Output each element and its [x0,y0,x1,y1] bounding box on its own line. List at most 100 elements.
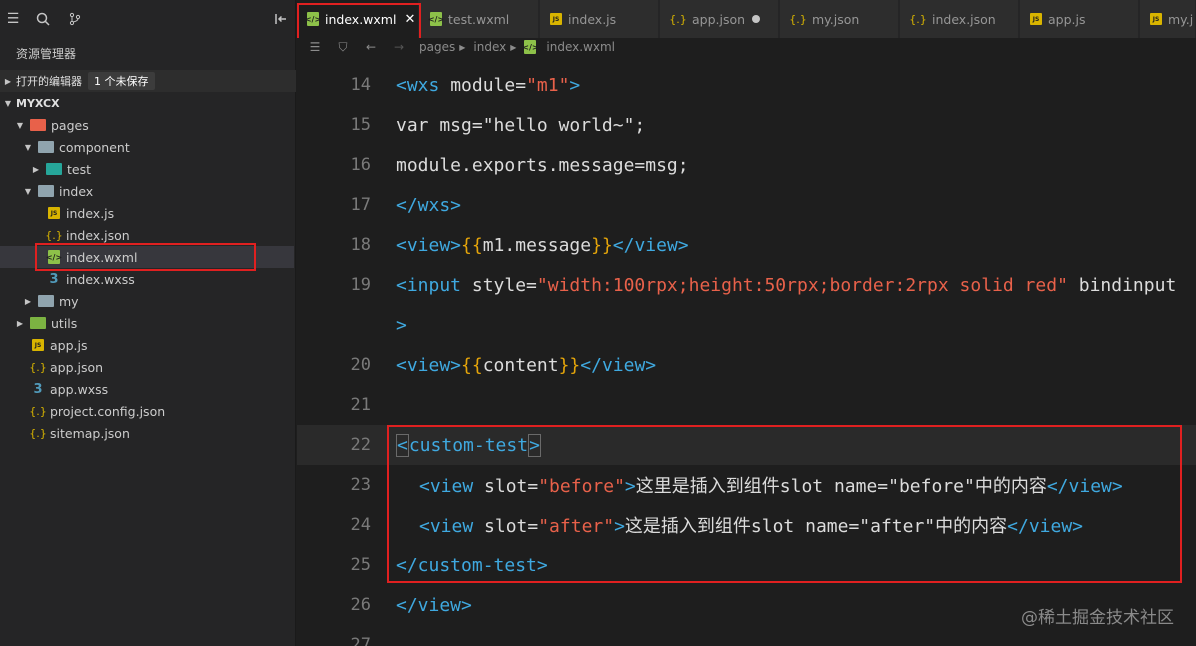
json-icon: {.} [909,12,927,26]
js-icon: JS [1030,13,1042,25]
code-text: </view> [396,594,472,616]
tab-app-json[interactable]: {.} app.json [660,0,779,38]
tab-index-json[interactable]: {.} index.json [900,0,1019,38]
line-number: 15 [350,115,371,135]
code-line: 18 <view>{{m1.message}}</view> [297,225,1196,265]
chevron-down-icon: ▼ [24,186,32,196]
chevron-down-icon: ▼ [24,142,32,152]
tab-label: index.wxml [325,11,397,27]
collapse-panel-icon[interactable] [272,10,290,28]
code-text: </custom-test> [396,554,548,576]
project-name: MYXCX [16,96,60,110]
code-text: <view>{{m1.message}}</view> [396,234,689,256]
close-icon[interactable]: ✕ [404,12,415,27]
tab-label: my.j [1168,11,1194,27]
line-number: 14 [350,75,371,95]
wxml-icon: </> [428,12,444,26]
line-number: 20 [350,355,371,375]
tree-folder-pages[interactable]: ▼ pages [0,114,294,136]
tab-label: my.json [812,11,860,27]
line-number: 21 [350,395,371,415]
tree-folder-index[interactable]: ▼ index [0,180,294,202]
tab-index-wxml[interactable]: </> index.wxml ✕ [297,0,419,38]
line-number: 19 [350,275,371,295]
tree-label: index.wxss [66,271,135,287]
tree-file-index-json[interactable]: {.} index.json [0,224,294,246]
tree-file-app-wxss[interactable]: 3 app.wxss [0,378,294,400]
list-icon[interactable]: ☰ [4,10,22,28]
code-line: 21 [297,385,1196,425]
tab-label: index.js [568,11,617,27]
back-arrow-icon[interactable]: ← [361,40,381,54]
code-line: 15 var msg="hello world~"; [297,105,1196,145]
code-text: <view slot="before">这里是插入到组件slot name="b… [419,476,1123,497]
tab-test-wxml[interactable]: </> test.wxml [420,0,539,38]
line-number: 17 [350,195,371,215]
chevron-right-icon: ▶ [4,76,12,86]
unsaved-badge: 1 个未保存 [88,72,155,90]
line-number: 18 [350,235,371,255]
json-icon: {.} [45,228,63,242]
code-line: 17 </wxs> [297,185,1196,225]
watermark: @稀土掘金技术社区 [1021,608,1174,628]
tab-label: test.wxml [448,11,510,27]
chevron-right-icon: ▶ [32,164,40,174]
tab-index-js[interactable]: JS index.js [540,0,659,38]
js-icon: JS [550,13,562,25]
tree-file-app-json[interactable]: {.} app.json [0,356,294,378]
bookmark-icon[interactable]: ⛉ [333,40,353,55]
line-number: 27 [350,635,371,646]
tree-file-project-config[interactable]: {.} project.config.json [0,400,294,422]
menu-icon[interactable]: ☰ [305,40,325,54]
wxss-icon: 3 [33,381,43,397]
tree-folder-my[interactable]: ▶ my [0,290,294,312]
tree-file-index-js[interactable]: JS index.js [0,202,294,224]
code-editor[interactable]: 14 <wxs module="m1"> 15 var msg="hello w… [297,56,1196,646]
tab-my-js[interactable]: JS my.j [1140,0,1196,38]
chevron-down-icon: ▼ [4,98,12,108]
wxml-icon: </> [305,12,321,26]
tree-folder-utils[interactable]: ▶ utils [0,312,294,334]
breadcrumb-item[interactable]: index [473,40,506,54]
json-icon: {.} [29,360,47,374]
tree-label: app.js [50,337,88,353]
source-control-icon[interactable] [66,10,84,28]
code-text: <view slot="after">这是插入到组件slot name="aft… [419,516,1084,537]
forward-arrow-icon[interactable]: → [389,40,409,54]
folder-icon [38,295,54,307]
js-icon: JS [32,339,44,351]
code-line-current: 22 <custom-test> [297,425,1196,465]
line-number: 22 [350,435,371,455]
json-icon: {.} [29,426,47,440]
tree-label: app.json [50,359,104,375]
breadcrumb-item[interactable]: index.wxml [546,40,615,54]
tab-app-js[interactable]: JS app.js [1020,0,1139,38]
line-number: 16 [350,155,371,175]
breadcrumb-item[interactable]: pages [419,40,455,54]
code-text: > [396,314,407,336]
code-line: 19 <input style="width:100rpx;height:50r… [297,265,1196,305]
tree-file-index-wxss[interactable]: 3 index.wxss [0,268,294,290]
tab-label: app.json [692,11,746,27]
tab-label: app.js [1048,11,1086,27]
chevron-right-icon: ▶ [24,296,32,306]
tree-file-sitemap[interactable]: {.} sitemap.json [0,422,294,444]
tree-label: project.config.json [50,403,166,419]
explorer-title: 资源管理器 [16,47,77,61]
code-line: 25 </custom-test> [297,545,1196,585]
open-editors-section[interactable]: ▶ 打开的编辑器 1 个未保存 [0,70,296,92]
search-icon[interactable] [34,10,52,28]
tab-my-json[interactable]: {.} my.json [780,0,899,38]
activity-toolbar: ☰ [0,0,296,40]
json-icon: {.} [789,12,807,26]
tree-label: index.js [66,205,115,221]
tree-file-app-js[interactable]: JS app.js [0,334,294,356]
code-line: 20 <view>{{content}}</view> [297,345,1196,385]
code-text: <view>{{content}}</view> [396,354,657,376]
tree-folder-test[interactable]: ▶ test [0,158,294,180]
tree-label: pages [51,117,89,133]
tree-file-index-wxml[interactable]: </> index.wxml [0,246,294,268]
tree-label: utils [51,315,78,331]
project-section[interactable]: ▼ MYXCX [0,92,296,114]
tree-folder-component[interactable]: ▼ component [0,136,294,158]
